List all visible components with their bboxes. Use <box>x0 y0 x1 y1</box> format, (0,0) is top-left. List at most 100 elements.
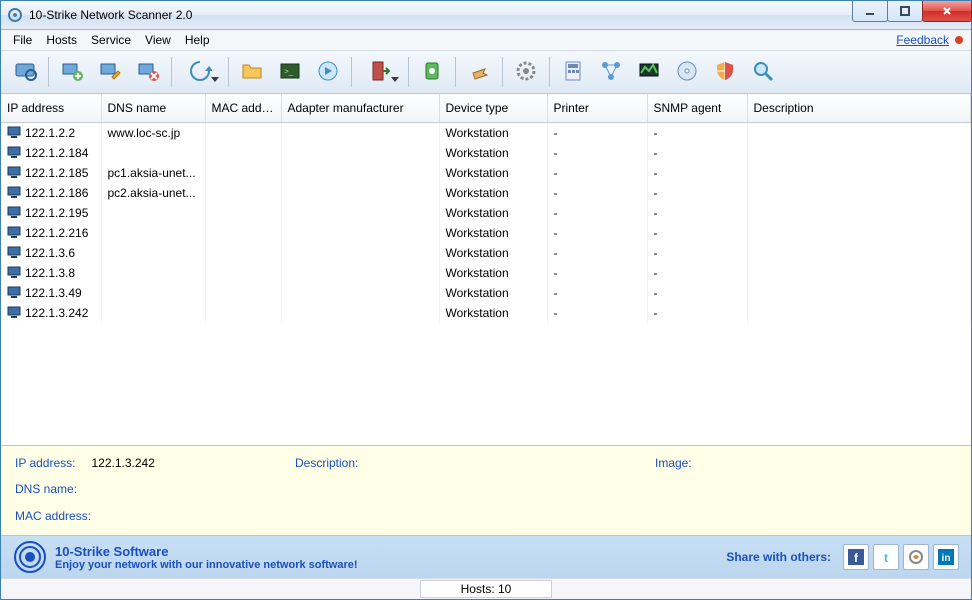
cell-ip: 122.1.3.242 <box>1 303 101 323</box>
table-row[interactable]: 122.1.2.195Workstation-- <box>1 203 971 223</box>
table-row[interactable]: 122.1.3.242Workstation-- <box>1 303 971 323</box>
power-button[interactable] <box>414 54 450 90</box>
maximize-button[interactable] <box>887 1 923 22</box>
table-row[interactable]: 122.1.3.49Workstation-- <box>1 283 971 303</box>
add-host-button[interactable] <box>54 54 90 90</box>
menu-help[interactable]: Help <box>179 31 216 49</box>
cell-ip-text: 122.1.2.186 <box>25 186 88 200</box>
dropdown-caret-icon <box>211 77 219 82</box>
settings-icon <box>514 59 538 86</box>
close-button[interactable] <box>922 1 972 22</box>
col-ip[interactable]: IP address <box>1 94 101 123</box>
scan-button[interactable] <box>7 54 43 90</box>
cell-desc <box>747 223 971 243</box>
go-button[interactable] <box>310 54 346 90</box>
col-mac[interactable]: MAC addr... <box>205 94 281 123</box>
cell-device: Workstation <box>439 263 547 283</box>
share-linkedin-icon[interactable]: in <box>933 544 959 570</box>
menu-hosts[interactable]: Hosts <box>40 31 83 49</box>
diagram-button[interactable] <box>593 54 629 90</box>
table-row[interactable]: 122.1.2.2www.loc-sc.jpWorkstation-- <box>1 123 971 144</box>
cell-mac <box>205 303 281 323</box>
table-row[interactable]: 122.1.3.8Workstation-- <box>1 263 971 283</box>
hand-button[interactable] <box>461 54 497 90</box>
cell-ip-text: 122.1.2.185 <box>25 166 88 180</box>
table-row[interactable]: 122.1.2.216Workstation-- <box>1 223 971 243</box>
table-row[interactable]: 122.1.2.186pc2.aksia-unet...Workstation-… <box>1 183 971 203</box>
cell-desc <box>747 263 971 283</box>
cell-mac <box>205 123 281 144</box>
cell-device: Workstation <box>439 123 547 144</box>
console-button[interactable]: >_ <box>272 54 308 90</box>
share-facebook-icon[interactable]: f <box>843 544 869 570</box>
table-row[interactable]: 122.1.2.184Workstation-- <box>1 143 971 163</box>
col-dns[interactable]: DNS name <box>101 94 205 123</box>
cell-device: Workstation <box>439 163 547 183</box>
feedback-link[interactable]: Feedback <box>896 33 949 47</box>
cell-ip: 122.1.2.2 <box>1 123 101 144</box>
diagram-icon <box>599 59 623 86</box>
cell-mac <box>205 283 281 303</box>
cell-adapter <box>281 223 439 243</box>
cell-dns: pc1.aksia-unet... <box>101 163 205 183</box>
toolbar-separator <box>171 57 172 87</box>
table-row[interactable]: 122.1.3.6Workstation-- <box>1 243 971 263</box>
delete-host-icon <box>136 59 160 86</box>
col-snmp[interactable]: SNMP agent <box>647 94 747 123</box>
table-row[interactable]: 122.1.2.185pc1.aksia-unet...Workstation-… <box>1 163 971 183</box>
detail-ip: IP address: 122.1.3.242 <box>15 456 275 472</box>
delete-host-button[interactable] <box>130 54 166 90</box>
cell-printer: - <box>547 143 647 163</box>
folder-icon <box>240 59 264 86</box>
detail-desc-label: Description: <box>295 456 358 472</box>
cell-snmp: - <box>647 203 747 223</box>
cell-printer: - <box>547 123 647 144</box>
search-button[interactable] <box>745 54 781 90</box>
shield-button[interactable] <box>707 54 743 90</box>
search-icon <box>751 59 775 86</box>
detail-ip-value: 122.1.3.242 <box>91 456 154 472</box>
refresh-button[interactable] <box>177 54 223 90</box>
detail-dns-label: DNS name: <box>15 482 77 498</box>
cell-printer: - <box>547 303 647 323</box>
detail-mac: MAC address: <box>15 509 275 525</box>
folder-button[interactable] <box>234 54 270 90</box>
monitor-button[interactable] <box>631 54 667 90</box>
share-twitter-icon[interactable]: t <box>873 544 899 570</box>
svg-text:t: t <box>884 551 888 565</box>
host-table-wrap[interactable]: IP address DNS name MAC addr... Adapter … <box>1 94 971 446</box>
power-icon <box>420 59 444 86</box>
calc-button[interactable] <box>555 54 591 90</box>
cell-adapter <box>281 183 439 203</box>
cell-device: Workstation <box>439 303 547 323</box>
menu-file[interactable]: File <box>7 31 38 49</box>
share-buzz-icon[interactable] <box>903 544 929 570</box>
col-desc[interactable]: Description <box>747 94 971 123</box>
statusbar: Hosts: 10 <box>1 578 971 599</box>
cell-device: Workstation <box>439 243 547 263</box>
cell-ip-text: 122.1.3.6 <box>25 246 75 260</box>
brand-bar: 10-Strike Software Enjoy your network wi… <box>1 536 971 578</box>
col-printer[interactable]: Printer <box>547 94 647 123</box>
titlebar: 10-Strike Network Scanner 2.0 <box>1 1 971 30</box>
disc-button[interactable] <box>669 54 705 90</box>
cell-dns: www.loc-sc.jp <box>101 123 205 144</box>
disc-icon <box>675 59 699 86</box>
col-device[interactable]: Device type <box>439 94 547 123</box>
menu-service[interactable]: Service <box>85 31 137 49</box>
settings-button[interactable] <box>508 54 544 90</box>
edit-host-button[interactable] <box>92 54 128 90</box>
export-button[interactable] <box>357 54 403 90</box>
cell-printer: - <box>547 283 647 303</box>
cell-mac <box>205 263 281 283</box>
calc-icon <box>561 59 585 86</box>
detail-mac-label: MAC address: <box>15 509 91 525</box>
host-icon <box>7 306 21 321</box>
menu-view[interactable]: View <box>139 31 177 49</box>
cell-mac <box>205 223 281 243</box>
col-adapter[interactable]: Adapter manufacturer <box>281 94 439 123</box>
refresh-icon <box>188 59 212 86</box>
cell-snmp: - <box>647 283 747 303</box>
minimize-button[interactable] <box>852 1 888 22</box>
cell-dns <box>101 243 205 263</box>
